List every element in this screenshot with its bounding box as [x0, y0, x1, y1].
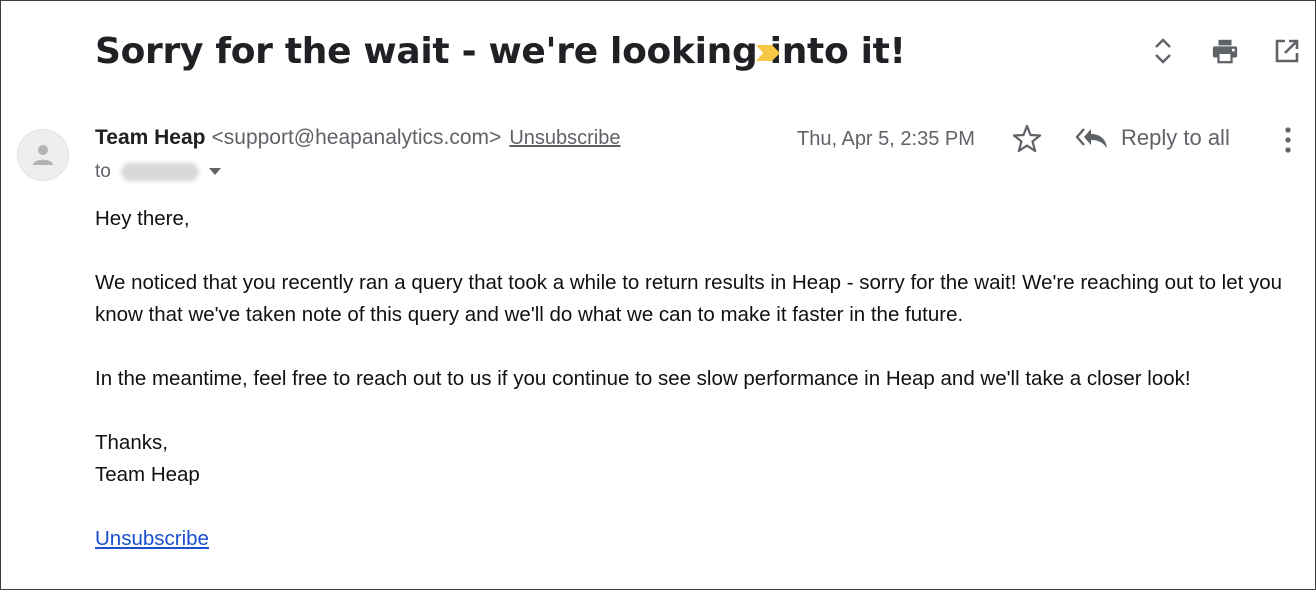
- reply-all-label: Reply to all: [1121, 125, 1230, 150]
- reply-all-button[interactable]: Reply to all: [1075, 125, 1230, 151]
- sender-name[interactable]: Team Heap: [95, 126, 206, 150]
- chevron-down-icon[interactable]: [208, 168, 221, 176]
- email-body: Hey there, We noticed that you recently …: [95, 203, 1310, 555]
- body-signoff: Thanks,: [95, 431, 168, 454]
- expand-all-button[interactable]: [1149, 35, 1177, 67]
- unfold-icon: [1155, 38, 1171, 64]
- recipient-name-redacted: [120, 163, 199, 181]
- email-view: Sorry for the wait - we're looking into …: [0, 0, 1316, 590]
- email-date: Thu, Apr 5, 2:35 PM: [797, 128, 975, 150]
- body-paragraph-2: In the meantime, feel free to reach out …: [95, 367, 1191, 390]
- sender-line: Team Heap <support@heapanalytics.com> Un…: [95, 126, 621, 150]
- top-toolbar: [1149, 35, 1301, 67]
- more-options-button[interactable]: [1277, 125, 1299, 155]
- star-icon[interactable]: [1011, 123, 1043, 155]
- sender-email: <support@heapanalytics.com>: [211, 126, 502, 149]
- open-in-new-window-button[interactable]: [1273, 35, 1301, 67]
- body-signature: Team Heap: [95, 463, 200, 486]
- header-unsubscribe-link[interactable]: Unsubscribe: [509, 127, 620, 150]
- default-avatar-icon: [33, 145, 53, 165]
- print-button[interactable]: [1211, 35, 1239, 67]
- open-in-new-window-icon: [1275, 39, 1299, 63]
- to-label: to: [95, 161, 111, 182]
- importance-marker-icon[interactable]: [754, 43, 782, 63]
- sender-avatar[interactable]: [17, 129, 69, 181]
- body-paragraph-1: We noticed that you recently ran a query…: [95, 271, 1283, 326]
- body-unsubscribe-link[interactable]: Unsubscribe: [95, 527, 209, 550]
- reply-all-icon: [1075, 128, 1107, 148]
- email-subject: Sorry for the wait - we're looking into …: [95, 31, 906, 72]
- recipient-line: to: [95, 161, 221, 183]
- print-icon: [1212, 39, 1238, 64]
- body-greeting: Hey there,: [95, 207, 190, 230]
- more-vertical-icon: [1285, 127, 1291, 153]
